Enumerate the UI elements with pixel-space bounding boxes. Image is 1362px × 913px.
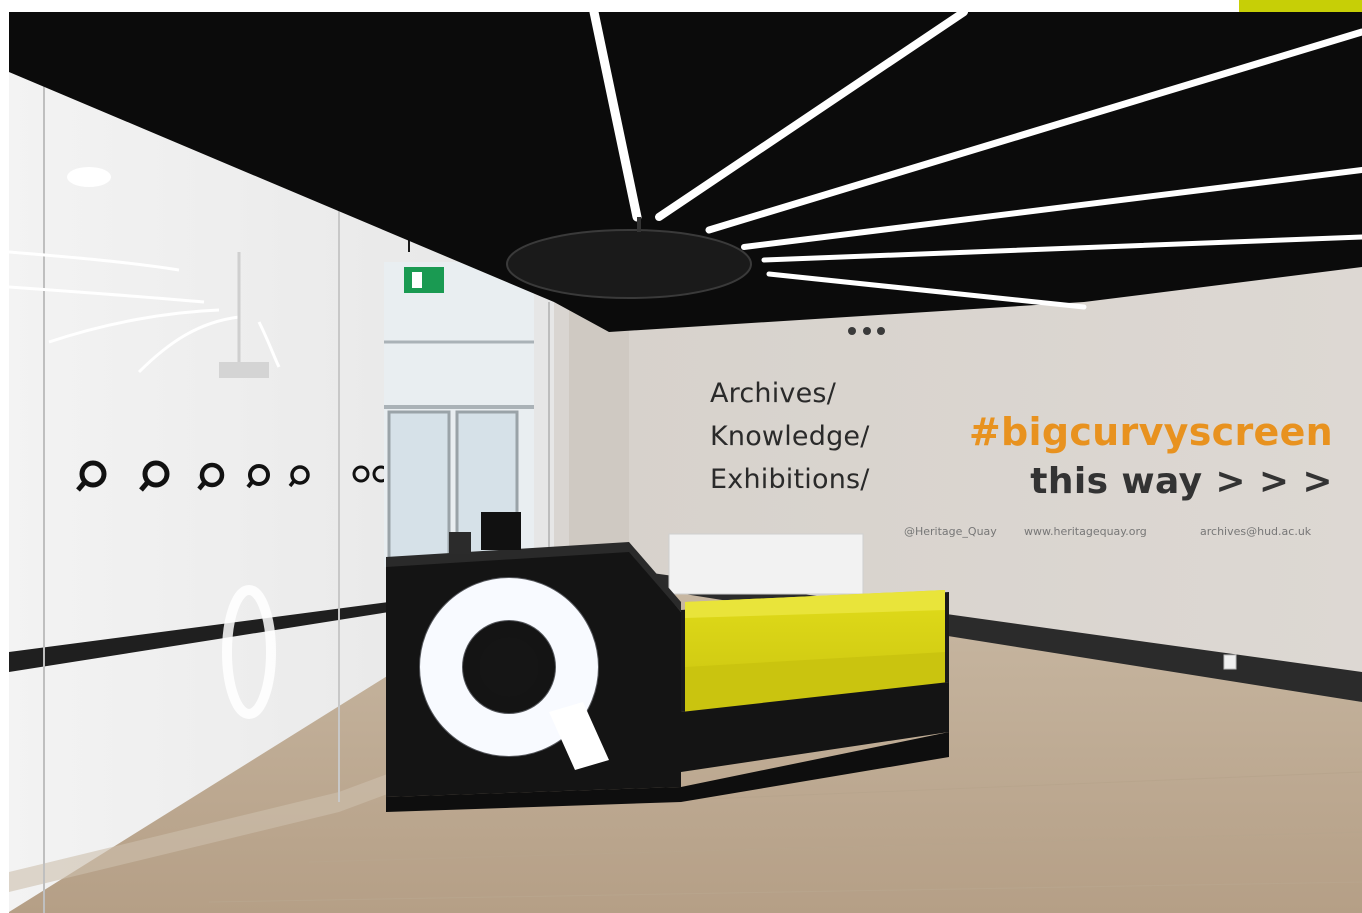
wall-speakers bbox=[848, 327, 885, 335]
wall-direction: this way > > > bbox=[1030, 461, 1333, 502]
emergency-exit-sign-icon bbox=[404, 267, 444, 293]
ceiling-lamp bbox=[67, 167, 111, 187]
pendant-disc bbox=[506, 229, 752, 299]
wall-email: archives@hud.ac.uk bbox=[1200, 525, 1312, 538]
wall-text-archives: Archives/ bbox=[710, 378, 836, 409]
wall-text-knowledge: Knowledge/ bbox=[710, 421, 870, 452]
corner-accent-tab bbox=[1239, 0, 1362, 12]
wall-social-handle: @Heritage_Quay bbox=[904, 525, 997, 538]
desk-monitor bbox=[481, 512, 521, 550]
photo-frame: Archives/ Knowledge/ Exhibitions/ #bigcu… bbox=[9, 12, 1362, 913]
wall-text-exhibitions: Exhibitions/ bbox=[710, 464, 870, 495]
wall-website: www.heritagequay.org bbox=[1024, 525, 1147, 538]
wall-hashtag: #bigcurvyscreen bbox=[968, 410, 1333, 454]
radiator bbox=[668, 533, 864, 595]
